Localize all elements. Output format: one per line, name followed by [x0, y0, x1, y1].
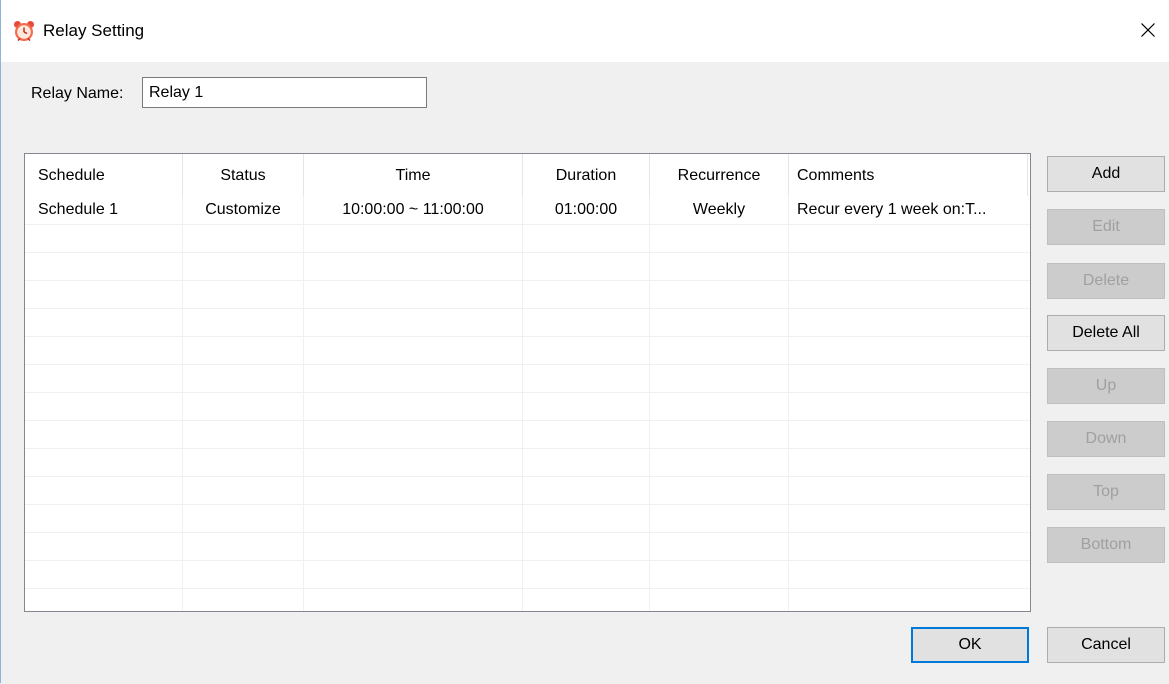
top-button[interactable]: Top [1047, 474, 1165, 510]
grid-line [522, 196, 523, 611]
row-separator [25, 588, 1030, 589]
cell-time: 10:00:00 ~ 11:00:00 [342, 201, 484, 218]
cell-recurrence: Weekly [692, 201, 746, 218]
row-separator [25, 308, 1030, 309]
relay-name-input[interactable] [142, 77, 427, 108]
column-header-status[interactable]: Status [183, 154, 303, 196]
grid-line [788, 196, 789, 611]
column-divider[interactable] [788, 154, 789, 196]
column-header-duration[interactable]: Duration [523, 154, 649, 196]
relay-name-label: Relay Name: [31, 85, 124, 102]
grid-line [649, 196, 650, 611]
down-button[interactable]: Down [1047, 421, 1165, 457]
grid-line [182, 196, 183, 611]
cancel-button[interactable]: Cancel [1047, 627, 1165, 663]
row-separator [25, 224, 1030, 225]
cell-duration: 01:00:00 [554, 201, 618, 218]
list-header: Schedule Status Time Duration Recurrence… [25, 154, 1030, 196]
add-button[interactable]: Add [1047, 156, 1165, 192]
title-bar[interactable]: Relay Setting [1, 0, 1169, 62]
row-separator [25, 476, 1030, 477]
column-header-time[interactable]: Time [304, 154, 522, 196]
delete-all-button[interactable]: Delete All [1047, 315, 1165, 351]
column-header-recurrence[interactable]: Recurrence [650, 154, 788, 196]
column-header-comments[interactable]: Comments [797, 154, 874, 196]
bottom-button[interactable]: Bottom [1047, 527, 1165, 563]
row-separator [25, 364, 1030, 365]
row-separator [25, 392, 1030, 393]
cell-status: Customize [205, 201, 281, 218]
row-separator [25, 532, 1030, 533]
cell-schedule: Schedule 1 [38, 201, 119, 218]
row-separator [25, 504, 1030, 505]
close-icon [1141, 23, 1155, 37]
row-separator [25, 336, 1030, 337]
schedule-list[interactable]: Schedule Status Time Duration Recurrence… [24, 153, 1031, 612]
row-separator [25, 560, 1030, 561]
up-button[interactable]: Up [1047, 368, 1165, 404]
row-separator [25, 252, 1030, 253]
edit-button[interactable]: Edit [1047, 209, 1165, 245]
column-header-schedule[interactable]: Schedule [38, 154, 105, 196]
row-separator [25, 448, 1030, 449]
grid-line [303, 196, 304, 611]
column-divider[interactable] [1027, 154, 1028, 196]
delete-button[interactable]: Delete [1047, 263, 1165, 299]
ok-button[interactable]: OK [911, 627, 1029, 663]
relay-setting-dialog: Relay Setting Relay Name: Schedule Statu… [0, 0, 1169, 684]
cell-comments: Recur every 1 week on:T... [797, 201, 987, 218]
window-title: Relay Setting [43, 21, 145, 40]
close-button[interactable] [1126, 10, 1169, 50]
alarm-clock-icon [14, 21, 34, 42]
row-separator [25, 420, 1030, 421]
row-separator [25, 280, 1030, 281]
